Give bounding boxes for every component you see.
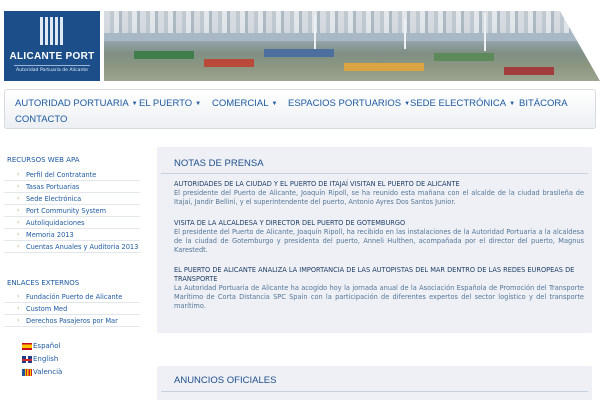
banner-city-skyline: [104, 11, 600, 35]
language-label: Valencià: [33, 368, 63, 376]
caret-down-icon: ▼: [271, 101, 278, 107]
article-headline[interactable]: AUTORIDADES DE LA CIUDAD Y EL PUERTO DE …: [174, 180, 584, 189]
port-banner-image: [104, 11, 600, 81]
caret-down-icon: ▼: [509, 101, 516, 107]
caret-down-icon: ▼: [195, 101, 202, 107]
sidebar-heading-enlaces: ENLACES EXTERNOS: [7, 279, 80, 287]
panel-divider: [161, 391, 588, 392]
nav-comercial[interactable]: COMERCIAL ▼: [212, 98, 277, 109]
official-announcements-panel: ANUNCIOS OFICIALES: [157, 366, 592, 400]
nav-item-label: SEDE ELECTRÓNICA: [410, 98, 507, 109]
bullet-icon: ›: [17, 231, 20, 238]
banner-crane: [314, 15, 316, 49]
nav-item-label: ESPACIOS PORTUARIOS: [288, 98, 402, 109]
sidebar-heading-recursos: RECURSOS WEB APA: [7, 156, 80, 164]
article-body: El presidente del Puerto de Alicante, Jo…: [174, 189, 584, 206]
sidebar-link-derechos-pasajeros[interactable]: › Derechos Pasajeros por Mar: [4, 315, 140, 327]
bullet-icon: ›: [17, 293, 20, 300]
spain-flag-icon: [22, 343, 32, 350]
uk-flag-icon: [22, 356, 32, 363]
nav-item-label: CONTACTO: [15, 114, 68, 125]
link-label: Memoria 2013: [26, 231, 74, 239]
link-label: Derechos Pasajeros por Mar: [26, 317, 118, 325]
article-body: El presidente del Puerto de Alicante, Jo…: [174, 228, 584, 254]
port-logo-icon: [40, 17, 66, 45]
bullet-icon: ›: [17, 317, 20, 324]
alicante-port-logo[interactable]: ALICANTE PORT Autoridad Portuaria de Ali…: [4, 11, 100, 81]
banner-container-stack: [264, 49, 334, 57]
valencia-flag-icon: [22, 369, 32, 376]
press-article: VISITA DE LA ALCALDESA Y DIRECTOR DEL PU…: [174, 219, 584, 255]
nav-bitacora[interactable]: BITÁCORA: [519, 98, 568, 109]
bullet-icon: ›: [17, 195, 20, 202]
sidebar-link-perfil-contratante[interactable]: › Perfil del Contratante: [4, 169, 140, 181]
link-label: Custom Med: [26, 305, 68, 313]
sidebar-link-autoliquidaciones[interactable]: › Autoliquidaciones: [4, 217, 140, 229]
banner-container-stack: [344, 63, 424, 71]
sidebar-link-custom-med[interactable]: › Custom Med: [4, 303, 140, 315]
nav-item-label: BITÁCORA: [519, 98, 568, 109]
sidebar-link-fundacion[interactable]: › Fundación Puerto de Alicante: [4, 291, 140, 303]
link-label: Perfil del Contratante: [26, 171, 97, 179]
sidebar: RECURSOS WEB APA › Perfil del Contratante…: [0, 150, 142, 400]
link-label: Fundación Puerto de Alicante: [26, 293, 123, 301]
link-label: Autoliquidaciones: [26, 219, 85, 227]
bullet-icon: ›: [17, 243, 20, 250]
article-headline[interactable]: EL PUERTO DE ALICANTE ANALIZA LA IMPORTA…: [174, 266, 584, 284]
official-announcements-title: ANUNCIOS OFICIALES: [174, 375, 277, 386]
nav-espacios-portuarios[interactable]: ESPACIOS PORTUARIOS ▼: [288, 98, 410, 109]
link-label: Sede Electrónica: [26, 195, 82, 203]
nav-sede-electronica[interactable]: SEDE ELECTRÓNICA ▼: [410, 98, 515, 109]
sidebar-external-links: › Fundación Puerto de Alicante › Custom Me…: [4, 291, 140, 327]
nav-item-label: COMERCIAL: [212, 98, 269, 109]
bullet-icon: ›: [17, 171, 20, 178]
banner-harbour-water: [104, 33, 600, 41]
banner-container-stack: [134, 51, 194, 59]
banner-crane: [484, 13, 486, 51]
link-label: Tasas Portuarias: [26, 183, 80, 191]
logo-divider: [14, 65, 90, 66]
article-headline[interactable]: VISITA DE LA ALCALDESA Y DIRECTOR DEL PU…: [174, 219, 584, 228]
link-label: Cuentas Anuales y Auditoria 2013: [26, 243, 139, 251]
bullet-icon: ›: [17, 219, 20, 226]
nav-el-puerto[interactable]: EL PUERTO ▼: [139, 98, 201, 109]
bullet-icon: ›: [17, 305, 20, 312]
main-navigation: AUTORIDAD PORTUARIA ▼ EL PUERTO ▼ COMERCIA…: [4, 89, 596, 129]
sidebar-link-memoria[interactable]: › Memoria 2013: [4, 229, 140, 241]
press-releases-panel: NOTAS DE PRENSA AUTORIDADES DE LA CIUDAD…: [157, 147, 592, 333]
panel-divider: [161, 173, 588, 174]
sidebar-link-cuentas-anuales[interactable]: › Cuentas Anuales y Auditoria 2013: [4, 241, 140, 253]
caret-down-icon: ▼: [131, 101, 138, 107]
language-label: Español: [33, 342, 61, 350]
logo-subtitle: Autoridad Portuaria de Alicante: [16, 68, 88, 73]
nav-autoridad-portuaria[interactable]: AUTORIDAD PORTUARIA ▼: [15, 98, 138, 109]
nav-contacto[interactable]: CONTACTO: [15, 114, 67, 125]
sidebar-link-sede-electronica[interactable]: › Sede Electrónica: [4, 193, 140, 205]
banner-container-stack: [204, 59, 254, 67]
link-label: Port Community System: [26, 207, 107, 215]
bullet-icon: ›: [17, 207, 20, 214]
banner-container-stack: [504, 67, 554, 75]
sidebar-link-tasas-portuarias[interactable]: › Tasas Portuarias: [4, 181, 140, 193]
language-label: English: [33, 355, 59, 363]
sidebar-link-port-community-system[interactable]: › Port Community System: [4, 205, 140, 217]
banner-corner-cut: [560, 11, 600, 81]
bullet-icon: ›: [17, 183, 20, 190]
sidebar-web-links: › Perfil del Contratante › Tasas Portuaria…: [4, 169, 140, 253]
article-body: La Autoridad Portuaria de Alicante ha ac…: [174, 284, 584, 310]
nav-item-label: EL PUERTO: [139, 98, 193, 109]
nav-item-label: AUTORIDAD PORTUARIA: [15, 98, 129, 109]
press-article: EL PUERTO DE ALICANTE ANALIZA LA IMPORTA…: [174, 266, 584, 311]
press-article: AUTORIDADES DE LA CIUDAD Y EL PUERTO DE …: [174, 180, 584, 207]
banner-crane: [404, 19, 406, 49]
press-releases-title: NOTAS DE PRENSA: [174, 158, 264, 169]
site-header: ALICANTE PORT Autoridad Portuaria de Ali…: [0, 0, 600, 88]
banner-container-stack: [434, 53, 494, 61]
logo-name: ALICANTE PORT: [9, 51, 95, 62]
